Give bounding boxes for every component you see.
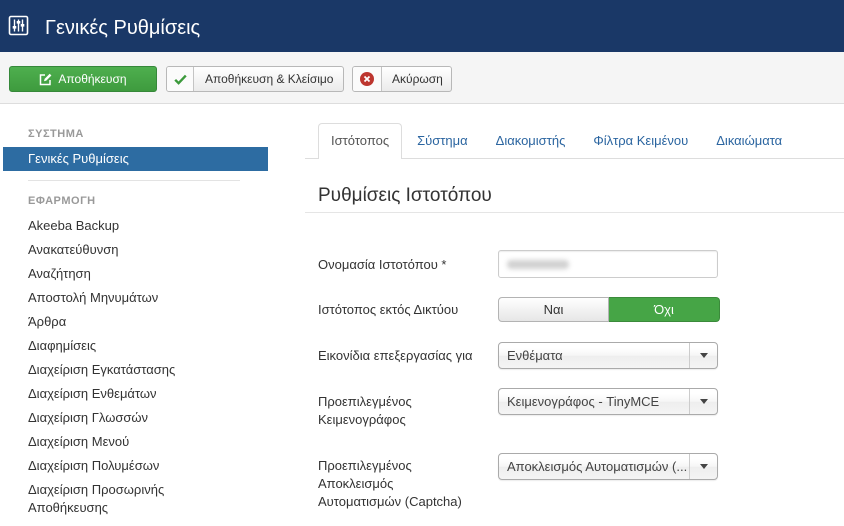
global-configuration-page: Γενικές Ρυθμίσεις Αποθήκευση Αποθήκευση … <box>0 0 844 526</box>
sidebar-item-media[interactable]: Διαχείριση Πολυμέσων <box>3 454 268 478</box>
save-close-button[interactable]: Αποθήκευση & Κλείσιμο <box>166 66 344 92</box>
sidebar-item-cache[interactable]: Διαχείριση Προσωρινής Αποθήκευσης <box>3 478 268 520</box>
sliders-icon <box>8 15 29 36</box>
form-row-editor: Προεπιλεγμένος Κειμενογράφος Κειμενογράφ… <box>318 388 844 448</box>
editor-label: Προεπιλεγμένος Κειμενογράφος <box>318 394 412 427</box>
check-icon <box>167 67 194 91</box>
sidebar-item-articles[interactable]: Άρθρα <box>3 310 268 334</box>
sidebar-item-label: Αναζήτηση <box>28 266 91 281</box>
sidebar-item-label: Άρθρα <box>28 314 67 329</box>
sidebar-item-menus[interactable]: Διαχείριση Μενού <box>3 430 268 454</box>
caret-down-icon <box>689 389 717 414</box>
site-name-label: Ονομασία Ιστοτόπου * <box>318 257 447 272</box>
editor-selected-value: Κειμενογράφος - TinyMCE <box>507 394 660 409</box>
captcha-label: Προεπιλεγμένος Αποκλεισμός Αυτοματισμών … <box>318 458 462 509</box>
edit-icons-select[interactable]: Ενθέματα <box>498 342 718 369</box>
edit-icons-label: Εικονίδια επεξεργασίας για <box>318 348 473 363</box>
sidebar-item-general-settings[interactable]: Γενικές Ρυθμίσεις <box>3 147 268 171</box>
tab-site[interactable]: Ιστότοπος <box>318 123 403 159</box>
edit-icons-selected-value: Ενθέματα <box>507 348 563 363</box>
sidebar-header-system: ΣΥΣΤΗΜΑ <box>28 128 84 140</box>
sidebar-item-mass-mail[interactable]: Αποστολή Μηνυμάτων <box>3 286 268 310</box>
offline-label: Ιστότοπος εκτός Δικτύου <box>318 302 459 317</box>
captcha-select[interactable]: Αποκλεισμός Αυτοματισμών (... <box>498 453 718 480</box>
page-title: Γενικές Ρυθμίσεις <box>45 17 201 39</box>
sidebar-item-label: Διαφημίσεις <box>28 338 97 353</box>
caret-down-icon <box>689 343 717 368</box>
sidebar-item-redirect[interactable]: Ανακατεύθυνση <box>3 238 268 262</box>
offline-toggle: Ναι Όχι <box>498 297 720 322</box>
sidebar-item-label: Διαχείριση Προσωρινής Αποθήκευσης <box>28 482 165 515</box>
captcha-selected-value: Αποκλεισμός Αυτοματισμών (... <box>507 459 687 474</box>
section-divider <box>305 212 844 213</box>
sidebar-item-installer[interactable]: Διαχείριση Εγκατάστασης <box>3 358 268 382</box>
sidebar-application-list: Akeeba Backup Ανακατεύθυνση Αναζήτηση Απ… <box>3 214 268 520</box>
sidebar-item-label: Ανακατεύθυνση <box>28 242 119 257</box>
sidebar-item-modules[interactable]: Διαχείριση Ενθεμάτων <box>3 382 268 406</box>
sidebar-item-banners[interactable]: Διαφημίσεις <box>3 334 268 358</box>
sidebar-divider <box>28 180 240 181</box>
cancel-button-label: Ακύρωση <box>392 72 443 86</box>
toolbar: Αποθήκευση Αποθήκευση & Κλείσιμο Ακύρωση <box>0 52 844 104</box>
sidebar-item-label: Διαχείριση Εγκατάστασης <box>28 362 176 377</box>
tab-permissions[interactable]: Δικαιώματα <box>703 123 795 159</box>
sidebar-system-list: Γενικές Ρυθμίσεις <box>3 147 268 171</box>
save-button[interactable]: Αποθήκευση <box>9 66 157 92</box>
config-tabs: Ιστότοπος Σύστημα Διακομιστής Φίλτρα Κει… <box>318 123 797 159</box>
caret-down-icon <box>689 454 717 479</box>
section-title: Ρυθμίσεις Ιστοτόπου <box>318 185 492 206</box>
sidebar-item-label: Γενικές Ρυθμίσεις <box>28 151 129 166</box>
offline-yes-option[interactable]: Ναι <box>498 297 609 322</box>
sidebar-header-application: ΕΦΑΡΜΟΓΗ <box>28 195 96 207</box>
cancel-icon <box>353 67 382 91</box>
save-close-button-label: Αποθήκευση & Κλείσιμο <box>205 72 334 86</box>
cancel-button[interactable]: Ακύρωση <box>352 66 452 92</box>
save-button-label: Αποθήκευση <box>58 72 127 86</box>
form-row-captcha: Προεπιλεγμένος Αποκλεισμός Αυτοματισμών … <box>318 453 844 513</box>
site-name-control <box>498 250 718 278</box>
sidebar-item-akeeba-backup[interactable]: Akeeba Backup <box>3 214 268 238</box>
page-header: Γενικές Ρυθμίσεις <box>0 0 844 52</box>
site-name-input[interactable] <box>498 250 718 278</box>
sidebar-item-search[interactable]: Αναζήτηση <box>3 262 268 286</box>
sidebar-item-label: Αποστολή Μηνυμάτων <box>28 290 159 305</box>
edit-icon <box>39 73 52 86</box>
sidebar-item-label: Akeeba Backup <box>28 218 120 233</box>
tab-text-filters[interactable]: Φίλτρα Κειμένου <box>580 123 701 159</box>
sidebar-item-label: Διαχείριση Πολυμέσων <box>28 458 160 473</box>
offline-no-option[interactable]: Όχι <box>609 297 720 322</box>
sidebar-item-languages[interactable]: Διαχείριση Γλωσσών <box>3 406 268 430</box>
sidebar-item-label: Διαχείριση Ενθεμάτων <box>28 386 157 401</box>
tab-system[interactable]: Σύστημα <box>404 123 481 159</box>
sidebar-item-label: Διαχείριση Γλωσσών <box>28 410 149 425</box>
editor-select[interactable]: Κειμενογράφος - TinyMCE <box>498 388 718 415</box>
tab-server[interactable]: Διακομιστής <box>483 123 579 159</box>
sidebar-item-label: Διαχείριση Μενού <box>28 434 130 449</box>
